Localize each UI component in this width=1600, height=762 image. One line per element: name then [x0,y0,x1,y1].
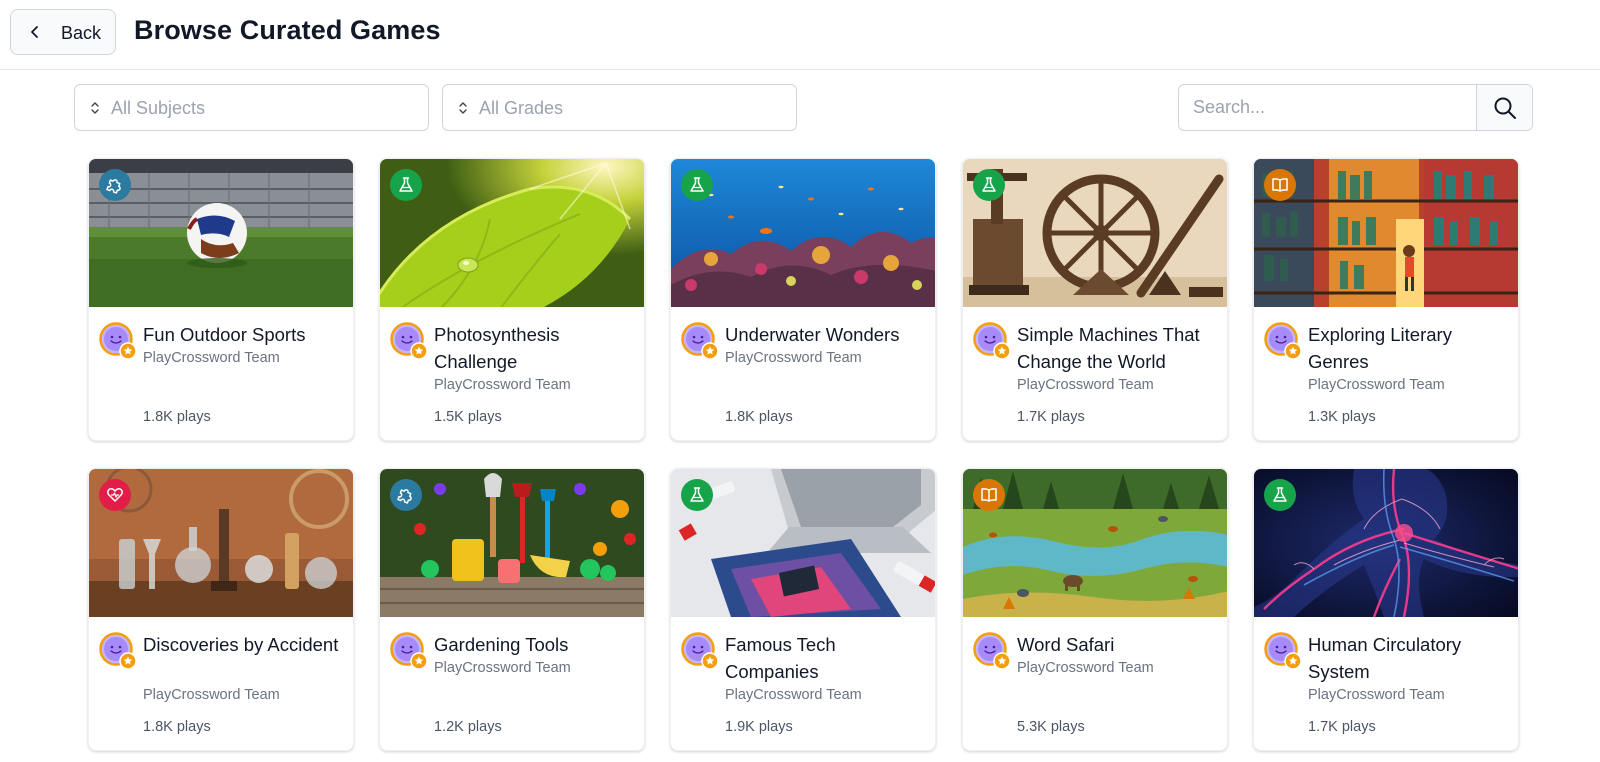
page-header: Back Browse Curated Games [0,0,1600,70]
game-thumbnail [380,469,644,617]
subject-badge [390,479,422,511]
puzzle-icon [397,489,412,504]
game-card[interactable]: Gardening Tools PlayCrossword Team 1.2K … [379,468,645,751]
play-count: 5.3K plays [1017,719,1085,735]
game-author: PlayCrossword Team [1308,687,1445,703]
subject-filter-placeholder: All Subjects [111,98,206,118]
play-count: 1.8K plays [143,409,211,425]
flask-icon [399,177,413,192]
game-card[interactable]: Simple Machines That Change the World Pl… [962,158,1228,441]
game-title: Photosynthesis Challenge [434,324,560,372]
subject-filter-select[interactable]: All Subjects [74,84,429,131]
game-author: PlayCrossword Team [725,350,862,366]
game-title: Underwater Wonders [725,324,900,345]
game-thumbnail [89,469,353,617]
game-author: PlayCrossword Team [1017,660,1154,676]
game-thumbnail [1254,159,1518,307]
game-thumbnail [89,159,353,307]
flask-icon [690,177,704,192]
search-box [1178,84,1533,131]
game-author: PlayCrossword Team [1308,377,1445,393]
author-avatar [390,322,428,360]
play-count: 1.8K plays [725,409,793,425]
play-count: 1.3K plays [1308,409,1376,425]
game-card[interactable]: Exploring Literary Genres PlayCrossword … [1253,158,1519,441]
game-author: PlayCrossword Team [434,660,571,676]
game-title: Human Circulatory System [1308,634,1462,682]
subject-badge [681,169,713,201]
book-icon [1272,178,1288,192]
grade-filter-select[interactable]: All Grades [442,84,797,131]
author-avatar [99,322,137,360]
game-title: Famous Tech Companies [725,634,836,682]
game-thumbnail [380,159,644,307]
author-avatar [1264,632,1302,670]
play-count: 1.7K plays [1017,409,1085,425]
chevron-left-icon [31,26,38,38]
game-thumbnail [671,159,935,307]
game-thumbnail [1254,469,1518,617]
game-card[interactable]: Discoveries by Accident PlayCrossword Te… [88,468,354,751]
play-count: 1.9K plays [725,719,793,735]
author-avatar [390,632,428,670]
game-author: PlayCrossword Team [434,377,571,393]
book-icon [981,488,997,502]
subject-badge [973,479,1005,511]
author-avatar [99,632,137,670]
author-avatar [973,632,1011,670]
game-card[interactable]: Human Circulatory System PlayCrossword T… [1253,468,1519,751]
game-thumbnail [963,469,1227,617]
heart-icon [107,488,123,502]
game-thumbnail [963,159,1227,307]
sort-updown-icon [91,102,99,114]
subject-badge [390,169,422,201]
game-title: Gardening Tools [434,634,569,655]
subject-badge [99,169,131,201]
game-author: PlayCrossword Team [143,687,280,703]
game-card[interactable]: Famous Tech Companies PlayCrossword Team… [670,468,936,751]
author-avatar [973,322,1011,360]
play-count: 1.8K plays [143,719,211,735]
game-title: Word Safari [1017,634,1115,655]
subject-badge [1264,479,1296,511]
play-count: 1.5K plays [434,409,502,425]
sort-updown-icon [459,102,467,114]
play-count: 1.2K plays [434,719,502,735]
search-icon [1494,97,1516,119]
subject-badge [973,169,1005,201]
game-title: Exploring Literary Genres [1308,324,1452,372]
author-avatar [681,632,719,670]
author-avatar [1264,322,1302,360]
author-avatar [681,322,719,360]
flask-icon [982,177,996,192]
flask-icon [1273,487,1287,502]
subject-badge [1264,169,1296,201]
game-title: Simple Machines That Change the World [1017,324,1200,372]
game-author: PlayCrossword Team [725,687,862,703]
back-button-label: Back [61,23,102,43]
search-input[interactable] [1179,85,1476,130]
game-author: PlayCrossword Team [143,350,280,366]
game-author: PlayCrossword Team [1017,377,1154,393]
page-title: Browse Curated Games [134,15,441,45]
flask-icon [690,487,704,502]
game-card[interactable]: Fun Outdoor Sports PlayCrossword Team 1.… [88,158,354,441]
game-card[interactable]: Word Safari PlayCrossword Team 5.3K play… [962,468,1228,751]
game-card[interactable]: Photosynthesis Challenge PlayCrossword T… [379,158,645,441]
game-title: Fun Outdoor Sports [143,324,306,345]
grade-filter-placeholder: All Grades [479,98,564,118]
game-thumbnail [671,469,935,617]
game-card[interactable]: Underwater Wonders PlayCrossword Team 1.… [670,158,936,441]
play-count: 1.7K plays [1308,719,1376,735]
back-button[interactable]: Back [10,9,116,55]
subject-badge [681,479,713,511]
search-button[interactable] [1476,85,1532,130]
subject-badge [99,479,131,511]
puzzle-icon [106,179,121,194]
game-title: Discoveries by Accident [143,634,339,655]
